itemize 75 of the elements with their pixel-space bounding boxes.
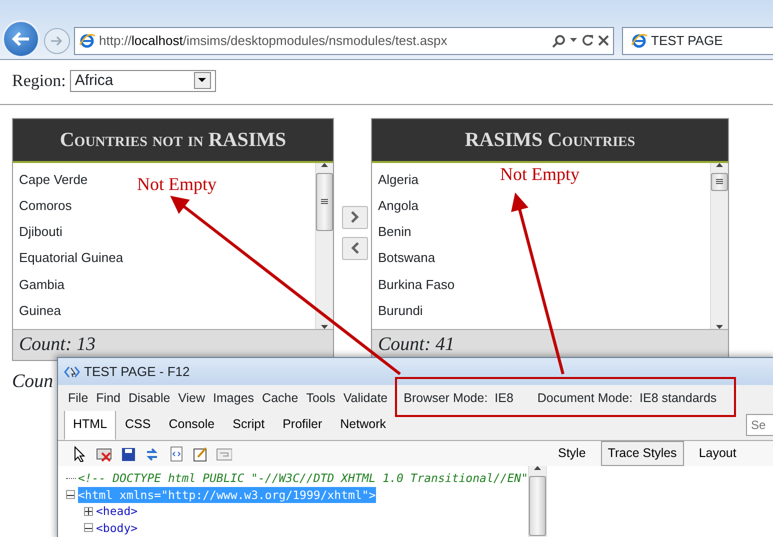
devtools-logo-icon	[64, 364, 80, 378]
scrollbar[interactable]	[710, 162, 728, 328]
browser-tab[interactable]: TEST PAGE	[622, 26, 773, 54]
devtools-tab[interactable]: HTML	[64, 409, 116, 440]
list-item[interactable]: Algeria	[372, 166, 424, 193]
menu-item[interactable]: Validate	[343, 388, 388, 408]
ie-logo-icon	[631, 32, 647, 48]
html-tag[interactable]: <body>	[96, 520, 138, 536]
annotation-text: Not Empty	[500, 162, 580, 186]
devtools-tab[interactable]: Network	[331, 409, 395, 440]
annotation-text: Not Empty	[137, 172, 216, 196]
list-item[interactable]: Burundi	[372, 298, 429, 324]
list-item[interactable]: Guinea	[13, 298, 67, 324]
collapse-icon[interactable]	[66, 490, 75, 500]
menu-item[interactable]: Disable	[128, 388, 170, 408]
scroll-thumb[interactable]	[316, 172, 333, 230]
region-label: Region:	[12, 70, 66, 92]
collapse-icon[interactable]	[84, 523, 93, 532]
clear-icon[interactable]	[96, 446, 112, 462]
chevron-right-icon[interactable]	[350, 211, 360, 223]
panel-title: RASIMS Countries	[372, 118, 728, 162]
list-item[interactable]: Gambia	[13, 272, 71, 298]
side-tab[interactable]: Style	[551, 441, 593, 466]
address-bar[interactable]: http://localhost/imsims/desktopmodules/nsmodules/test.aspx	[74, 26, 614, 54]
list-item[interactable]: Djibouti	[13, 219, 68, 246]
panel-title: Countries not in RASIMS	[13, 118, 333, 162]
scroll-thumb[interactable]	[711, 172, 728, 190]
scrollbar[interactable]	[315, 162, 333, 328]
menu-item[interactable]: Cache	[262, 388, 298, 408]
devtools-tab[interactable]: Profiler	[274, 409, 332, 440]
back-button[interactable]	[2, 20, 40, 58]
mode-setting[interactable]: Document Mode: IE8 standards	[537, 388, 717, 408]
devtools-tab[interactable]: Console	[160, 409, 224, 440]
caret-icon[interactable]	[570, 38, 577, 43]
chevron-left-icon[interactable]	[350, 242, 360, 254]
side-tab[interactable]: Trace Styles	[600, 441, 684, 466]
edit-icon[interactable]	[192, 446, 208, 462]
list-item[interactable]: Botswana	[372, 245, 442, 272]
word-wrap-icon[interactable]	[216, 446, 232, 462]
menu-item[interactable]: Tools	[306, 388, 336, 408]
html-tag[interactable]: <head>	[96, 503, 138, 520]
menu-item[interactable]: Find	[96, 388, 120, 408]
side-tab[interactable]: Layout	[692, 441, 744, 466]
source-icon[interactable]	[168, 446, 184, 462]
save-icon[interactable]	[120, 446, 136, 462]
list-item[interactable]: Cape Verde	[13, 166, 94, 193]
address-text: http://localhost/imsims/desktopmodules/nsmodules/test.aspx	[99, 32, 448, 50]
window-title: TEST PAGE - F12	[84, 362, 190, 381]
move-left-button[interactable]	[342, 236, 368, 260]
expand-icon[interactable]	[84, 506, 93, 516]
footer-text: Coun	[12, 370, 54, 394]
scrollbar[interactable]	[528, 466, 546, 537]
list-item[interactable]: Benin	[372, 219, 418, 246]
devtools-tab[interactable]: CSS	[116, 409, 160, 440]
back-arrow-icon[interactable]	[11, 30, 31, 46]
devtools-tab[interactable]: Script	[224, 409, 274, 440]
region-dropdown[interactable]: Africa	[70, 70, 216, 92]
menu-item[interactable]: File	[68, 388, 88, 408]
list-item[interactable]: Comoros	[13, 192, 78, 220]
ie-logo-icon	[79, 32, 95, 48]
search-icon[interactable]	[552, 34, 566, 48]
menu-item[interactable]: View	[178, 388, 206, 408]
list-item[interactable]: Burkina Faso	[372, 272, 461, 298]
mode-setting[interactable]: Browser Mode: IE8	[404, 388, 514, 408]
tree-connector	[66, 478, 76, 479]
search-field[interactable]: Se	[746, 414, 773, 436]
close-icon[interactable]	[598, 35, 609, 46]
html-comment: <!-- DOCTYPE html PUBLIC "-//W3C//DTD XHTML 1.0 Transitional//EN"	[78, 470, 528, 486]
count-label: Count: 13	[13, 328, 333, 360]
list-item[interactable]: Equatorial Guinea	[13, 245, 130, 272]
scroll-thumb[interactable]	[529, 476, 546, 536]
move-right-button[interactable]	[342, 206, 368, 228]
menu-item[interactable]: Images	[213, 388, 254, 408]
pointer-icon[interactable]	[72, 446, 88, 462]
list-item[interactable]: Angola	[372, 192, 424, 220]
